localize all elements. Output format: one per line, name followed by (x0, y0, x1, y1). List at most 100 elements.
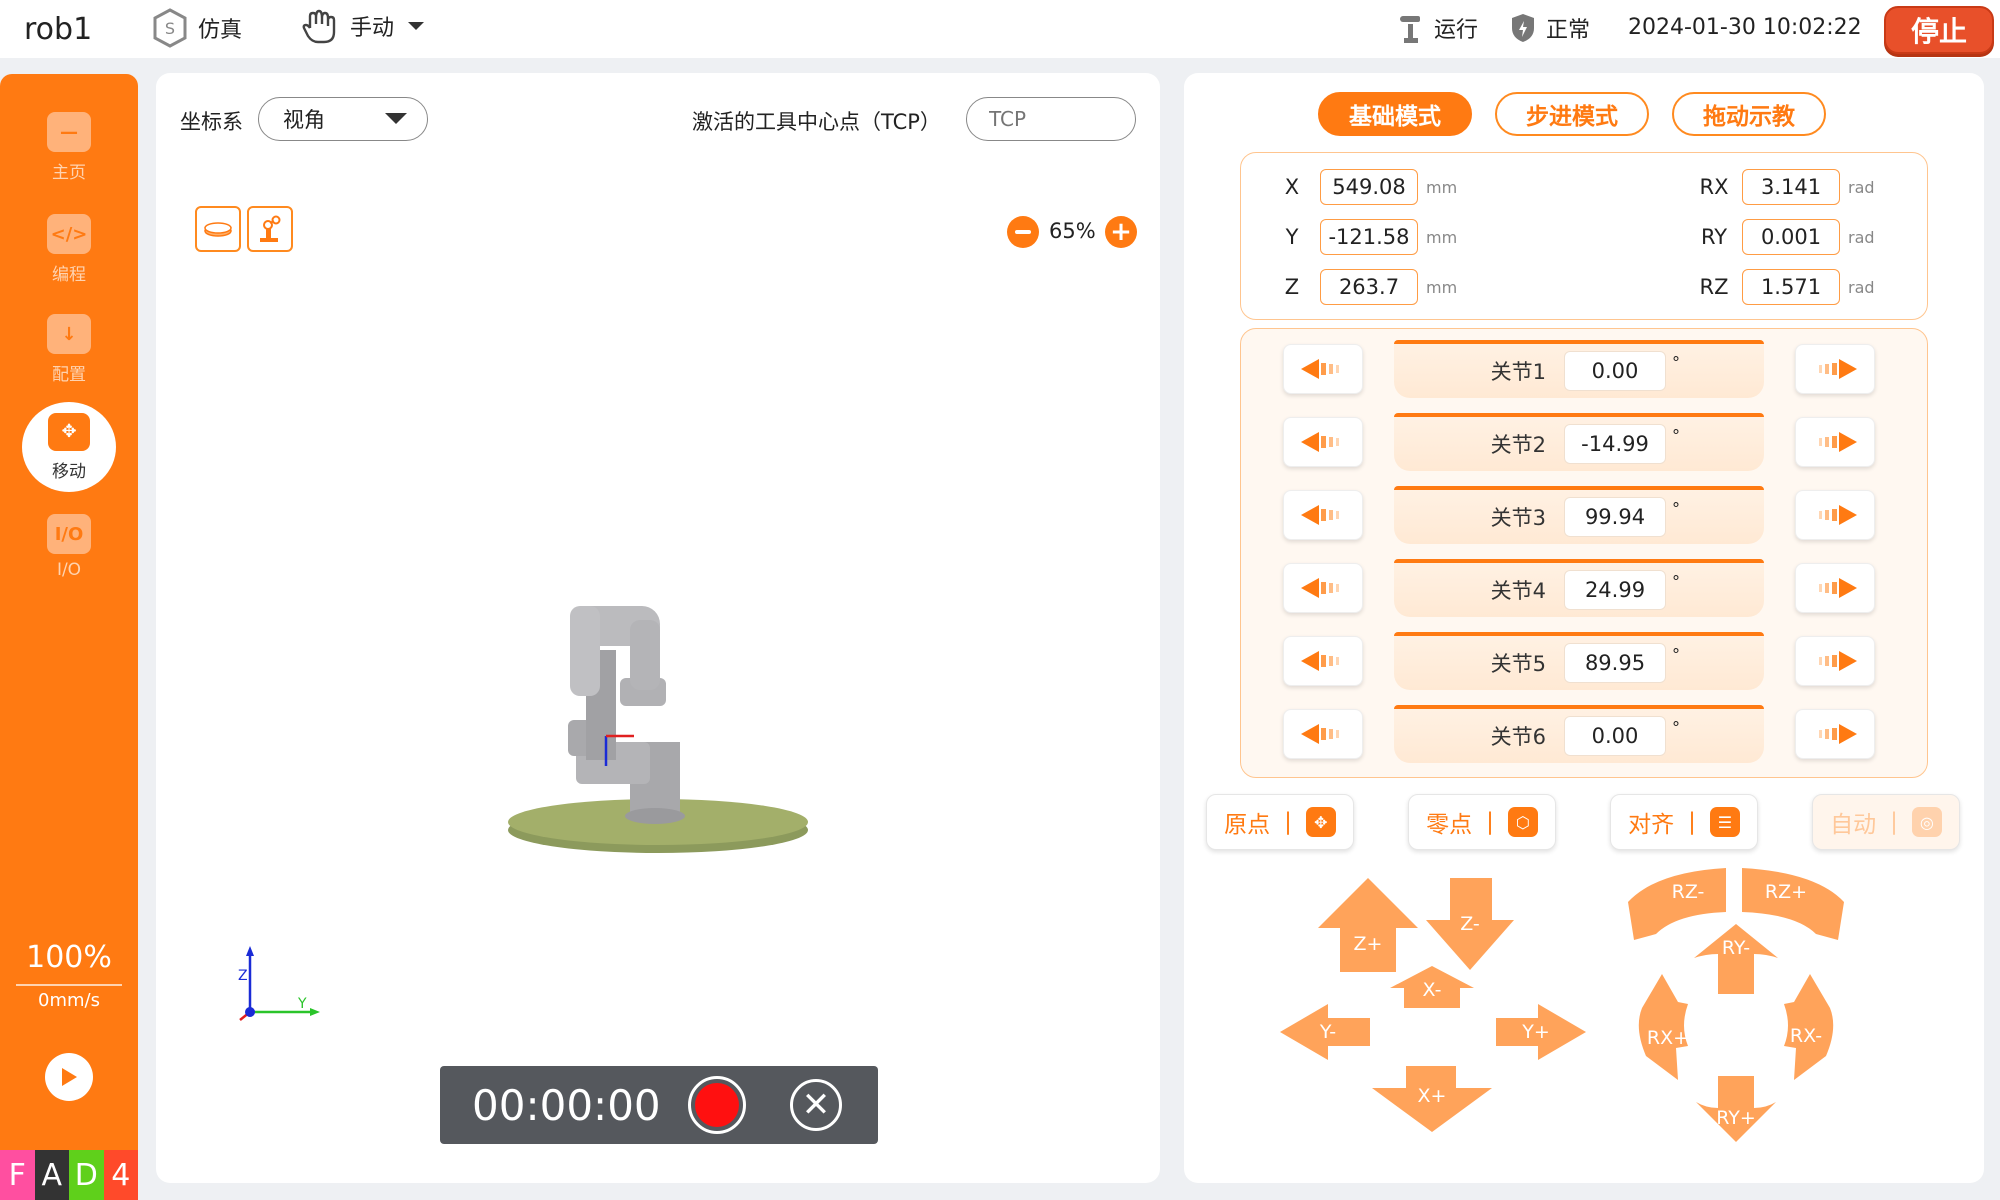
jog-left-icon (1301, 724, 1339, 744)
jog-right-icon (1819, 724, 1857, 744)
sidebar-item-label: 主页 (52, 163, 86, 183)
joint3-minus-button[interactable] (1283, 490, 1363, 540)
home-position-button[interactable]: 原点 | ✥ (1206, 794, 1354, 850)
joint3-value[interactable]: 99.94 (1564, 497, 1666, 537)
zoom-in-button[interactable]: + (1105, 216, 1137, 248)
joint3-plus-button[interactable] (1795, 490, 1875, 540)
joint1-minus-button[interactable] (1283, 344, 1363, 394)
separator: | (1688, 809, 1696, 835)
z-minus-label: Z- (1460, 913, 1480, 935)
pose-z-label: Z (1284, 275, 1300, 299)
joint5-slider[interactable]: 关节5 89.95 ° (1394, 632, 1764, 690)
z-plus-button[interactable]: Z+ (1318, 878, 1418, 972)
plus-icon: + (1110, 217, 1132, 247)
x-plus-button[interactable]: X+ (1372, 1066, 1492, 1132)
zoom-out-button[interactable] (1007, 216, 1039, 248)
joint5-plus-button[interactable] (1795, 636, 1875, 686)
pose-x-row: X 549.08 mm (1272, 169, 1457, 205)
joint1-plus-button[interactable] (1795, 344, 1875, 394)
joint1-value[interactable]: 0.00 (1564, 351, 1666, 391)
y-plus-button[interactable]: Y+ (1496, 1004, 1586, 1060)
pose-x-value[interactable]: 549.08 (1320, 169, 1418, 205)
tab-step-mode[interactable]: 步进模式 (1495, 92, 1649, 136)
cube-icon: ⬡ (1507, 807, 1538, 837)
robot-3d-model[interactable] (490, 590, 830, 870)
pose-y-value[interactable]: -121.58 (1320, 219, 1418, 255)
simulation-indicator[interactable]: S 仿真 (152, 8, 242, 48)
joint4-minus-button[interactable] (1283, 563, 1363, 613)
jog-left-button-face (1283, 490, 1363, 540)
pose-ry-value[interactable]: 0.001 (1742, 219, 1840, 255)
pose-rz-value[interactable]: 1.571 (1742, 269, 1840, 305)
simulation-label: 仿真 (198, 18, 243, 43)
speed-percent[interactable]: 100% (0, 940, 138, 975)
joint2-value[interactable]: -14.99 (1564, 424, 1666, 464)
rotation-jog-pad: RZ- RZ+ RY- RX+ RX- RY+ (1628, 868, 1844, 1142)
sidebar-item-move[interactable]: ✥ 移动 (22, 402, 116, 492)
joint6-slider[interactable]: 关节6 0.00 ° (1394, 705, 1764, 763)
jog-left-button-face (1283, 636, 1363, 686)
joint2-plus-button[interactable] (1795, 417, 1875, 467)
sidebar-item-config[interactable]: ↓ 配置 (0, 314, 138, 385)
y-minus-button[interactable]: Y- (1280, 1004, 1370, 1060)
robot-arm-icon (1400, 16, 1420, 43)
y-minus-label: Y- (1319, 1021, 1336, 1043)
rz-minus-button[interactable]: RZ- (1628, 868, 1726, 940)
translation-jog-pad: Z+ Z- X- Y- Y+ X+ (1280, 878, 1586, 1132)
auto-label: 自动 (1830, 812, 1877, 838)
jog-right-icon (1819, 432, 1857, 452)
ry-plus-button[interactable]: RY+ (1696, 1076, 1776, 1142)
robot-view-button[interactable] (247, 206, 293, 252)
tab-drag-teach[interactable]: 拖动示教 (1672, 92, 1826, 136)
align-button[interactable]: 对齐 | ☰ (1610, 794, 1758, 850)
brand-letter: 4 (103, 1150, 138, 1200)
sidebar-item-io[interactable]: I/O I/O (0, 514, 138, 580)
rz-plus-button[interactable]: RZ+ (1742, 868, 1844, 940)
joint2-slider[interactable]: 关节2 -14.99 ° (1394, 413, 1764, 471)
x-minus-button[interactable]: X- (1390, 966, 1474, 1008)
joint5-value[interactable]: 89.95 (1564, 643, 1666, 683)
jog-right-button-face (1795, 636, 1875, 686)
coord-system-select[interactable]: 视角 (258, 97, 428, 141)
record-button[interactable] (688, 1076, 746, 1134)
joint2-minus-button[interactable] (1283, 417, 1363, 467)
base-view-icon (204, 222, 232, 237)
zero-position-button[interactable]: 零点 | ⬡ (1408, 794, 1556, 850)
joint6-plus-button[interactable] (1795, 709, 1875, 759)
hand-icon (302, 9, 336, 44)
record-icon (695, 1083, 739, 1127)
joint1-slider[interactable]: 关节1 0.00 ° (1394, 340, 1764, 398)
joint6-value[interactable]: 0.00 (1564, 716, 1666, 756)
pose-z-value[interactable]: 263.7 (1320, 269, 1418, 305)
sidebar-item-home[interactable]: — 主页 (0, 112, 138, 183)
separator: | (1890, 809, 1898, 835)
play-button[interactable] (45, 1053, 93, 1101)
tab-basic-mode[interactable]: 基础模式 (1318, 92, 1472, 136)
joint4-value[interactable]: 24.99 (1564, 570, 1666, 610)
rx-plus-button[interactable]: RX+ (1638, 974, 1689, 1080)
joint6-label: 关节6 (1490, 725, 1546, 749)
joint4-slider[interactable]: 关节4 24.99 ° (1394, 559, 1764, 617)
pose-z-row: Z 263.7 mm (1272, 269, 1457, 305)
manual-mode-dropdown[interactable]: 手动 (300, 6, 428, 46)
pose-rx-value[interactable]: 3.141 (1742, 169, 1840, 205)
auto-button[interactable]: 自动 | ◎ (1812, 794, 1960, 850)
jog-right-button-face (1795, 344, 1875, 394)
joint3-slider[interactable]: 关节3 99.94 ° (1394, 486, 1764, 544)
joint4-plus-button[interactable] (1795, 563, 1875, 613)
joint4-unit: ° (1672, 571, 1680, 591)
tcp-input[interactable] (966, 97, 1136, 141)
ry-minus-button[interactable]: RY- (1694, 924, 1778, 994)
base-view-button[interactable] (195, 206, 241, 252)
robot-arm-icon (260, 215, 281, 242)
joint5-minus-button[interactable] (1283, 636, 1363, 686)
stop-button[interactable]: 停止 (1884, 6, 1994, 54)
play-icon (62, 1068, 77, 1086)
close-record-button[interactable]: ✕ (790, 1079, 842, 1131)
z-minus-button[interactable]: Z- (1426, 878, 1514, 970)
robot-name[interactable]: rob1 (24, 12, 92, 47)
brand-letter: A (34, 1150, 69, 1200)
rx-minus-button[interactable]: RX- (1784, 974, 1834, 1080)
joint6-minus-button[interactable] (1283, 709, 1363, 759)
sidebar-item-programming[interactable]: </> 编程 (0, 214, 138, 285)
